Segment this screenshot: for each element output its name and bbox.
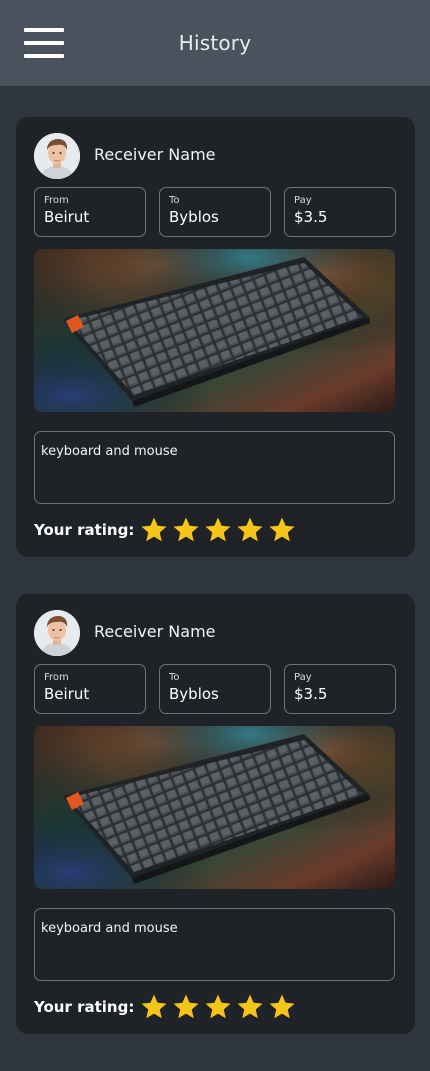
pay-field: Pay $3.5 — [284, 187, 396, 237]
history-list: Receiver Name From Beirut To Byblos Pay … — [16, 117, 415, 1071]
rating-row: Your rating: — [34, 992, 298, 1022]
from-label: From — [44, 672, 69, 683]
star-icon[interactable] — [170, 992, 202, 1022]
star-icon[interactable] — [234, 992, 266, 1022]
star-icon[interactable] — [138, 515, 170, 545]
pay-field: Pay $3.5 — [284, 664, 396, 714]
star-icon[interactable] — [202, 515, 234, 545]
pay-value: $3.5 — [294, 208, 328, 226]
from-value: Beirut — [44, 208, 90, 226]
history-card[interactable]: Receiver Name From Beirut To Byblos Pay … — [16, 594, 415, 1034]
star-icon[interactable] — [170, 515, 202, 545]
to-label: To — [169, 672, 180, 683]
star-icon[interactable] — [138, 992, 170, 1022]
app-bar: History — [0, 0, 430, 86]
description-text: keyboard and mouse — [41, 921, 178, 936]
receiver-name: Receiver Name — [94, 145, 216, 164]
to-value: Byblos — [169, 685, 219, 703]
from-label: From — [44, 195, 69, 206]
rating-label: Your rating: — [34, 521, 135, 539]
description-box: keyboard and mouse — [34, 908, 395, 981]
rating-row: Your rating: — [34, 515, 298, 545]
history-card[interactable]: Receiver Name From Beirut To Byblos Pay … — [16, 117, 415, 557]
pay-label: Pay — [294, 195, 312, 206]
to-field: To Byblos — [159, 664, 271, 714]
pay-label: Pay — [294, 672, 312, 683]
description-text: keyboard and mouse — [41, 444, 178, 459]
from-field: From Beirut — [34, 187, 146, 237]
to-value: Byblos — [169, 208, 219, 226]
to-label: To — [169, 195, 180, 206]
star-icon[interactable] — [234, 515, 266, 545]
from-field: From Beirut — [34, 664, 146, 714]
description-box: keyboard and mouse — [34, 431, 395, 504]
product-image — [34, 249, 395, 412]
from-value: Beirut — [44, 685, 90, 703]
avatar — [34, 610, 80, 656]
avatar — [34, 133, 80, 179]
star-icon[interactable] — [202, 992, 234, 1022]
product-image — [34, 726, 395, 889]
star-icon[interactable] — [266, 515, 298, 545]
page-title: History — [178, 31, 252, 55]
to-field: To Byblos — [159, 187, 271, 237]
star-icon[interactable] — [266, 992, 298, 1022]
rating-label: Your rating: — [34, 998, 135, 1016]
receiver-name: Receiver Name — [94, 622, 216, 641]
pay-value: $3.5 — [294, 685, 328, 703]
